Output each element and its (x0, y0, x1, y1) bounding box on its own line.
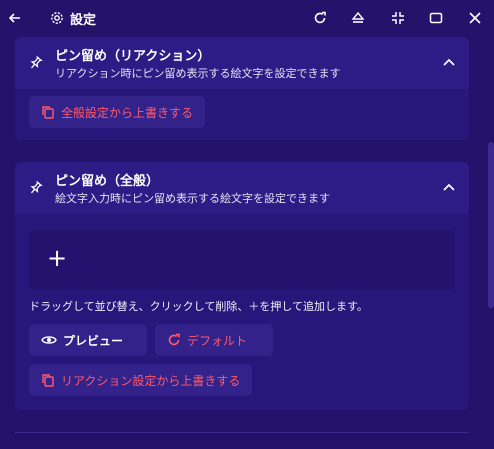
section-description: 絵文字入力時にピン留め表示する絵文字を設定できます (55, 192, 330, 205)
default-button[interactable]: デフォルト (155, 324, 273, 356)
pinned-emoji-list: + (29, 230, 455, 290)
refresh-button[interactable] (305, 0, 335, 36)
button-label: リアクション設定から上書きする (61, 373, 241, 388)
window-header: 設定 (0, 0, 494, 36)
pin-icon (30, 180, 43, 194)
pin-icon (30, 55, 43, 69)
eject-button[interactable] (343, 0, 373, 36)
arrow-left-icon (8, 13, 20, 23)
eye-icon (41, 336, 57, 344)
refresh-icon (314, 11, 326, 24)
chevron-up-icon[interactable] (441, 55, 457, 71)
maximize-button[interactable] (421, 0, 451, 36)
collapse-button[interactable] (383, 0, 413, 36)
section-title: ピン留め（リアクション） (55, 49, 211, 64)
refresh-icon (168, 333, 180, 346)
gear-icon (51, 12, 63, 24)
copy-icon (42, 106, 54, 119)
close-icon (469, 12, 481, 24)
close-button[interactable] (460, 0, 490, 36)
button-label: プレビュー (63, 333, 124, 348)
page-title-group: 設定 (50, 0, 96, 36)
section-pin-reaction: ピン留め（リアクション） リアクション時にピン留め表示する絵文字を設定できます … (15, 37, 469, 140)
overwrite-from-reaction-button[interactable]: リアクション設定から上書きする (29, 364, 253, 396)
section-title: ピン留め（全般） (55, 174, 160, 189)
section-pin-general: ピン留め（全般） 絵文字入力時にピン留め表示する絵文字を設定できます + ドラッ… (15, 162, 469, 410)
settings-content: ピン留め（リアクション） リアクション時にピン留め表示する絵文字を設定できます … (0, 36, 494, 449)
section-description: リアクション時にピン留め表示する絵文字を設定できます (55, 67, 341, 80)
preview-button[interactable]: プレビュー (29, 324, 147, 356)
divider (15, 432, 469, 433)
scrollbar[interactable] (488, 142, 494, 308)
overwrite-from-general-button[interactable]: 全般設定から上書きする (29, 96, 206, 128)
collapse-icon (392, 12, 404, 24)
page-title: 設定 (70, 12, 97, 28)
copy-icon (42, 374, 54, 387)
usage-hint: ドラッグして並び替え、クリックして削除、＋を押して追加します。 (29, 300, 368, 313)
section-header[interactable]: ピン留め（リアクション） リアクション時にピン留め表示する絵文字を設定できます (15, 37, 469, 89)
add-emoji-button[interactable]: + (47, 244, 67, 272)
button-label: 全般設定から上書きする (61, 105, 194, 120)
maximize-icon (429, 12, 443, 24)
chevron-up-icon[interactable] (441, 180, 457, 196)
button-label: デフォルト (187, 333, 248, 348)
back-button[interactable] (0, 0, 30, 36)
eject-icon (351, 11, 365, 23)
section-header[interactable]: ピン留め（全般） 絵文字入力時にピン留め表示する絵文字を設定できます (15, 162, 469, 214)
